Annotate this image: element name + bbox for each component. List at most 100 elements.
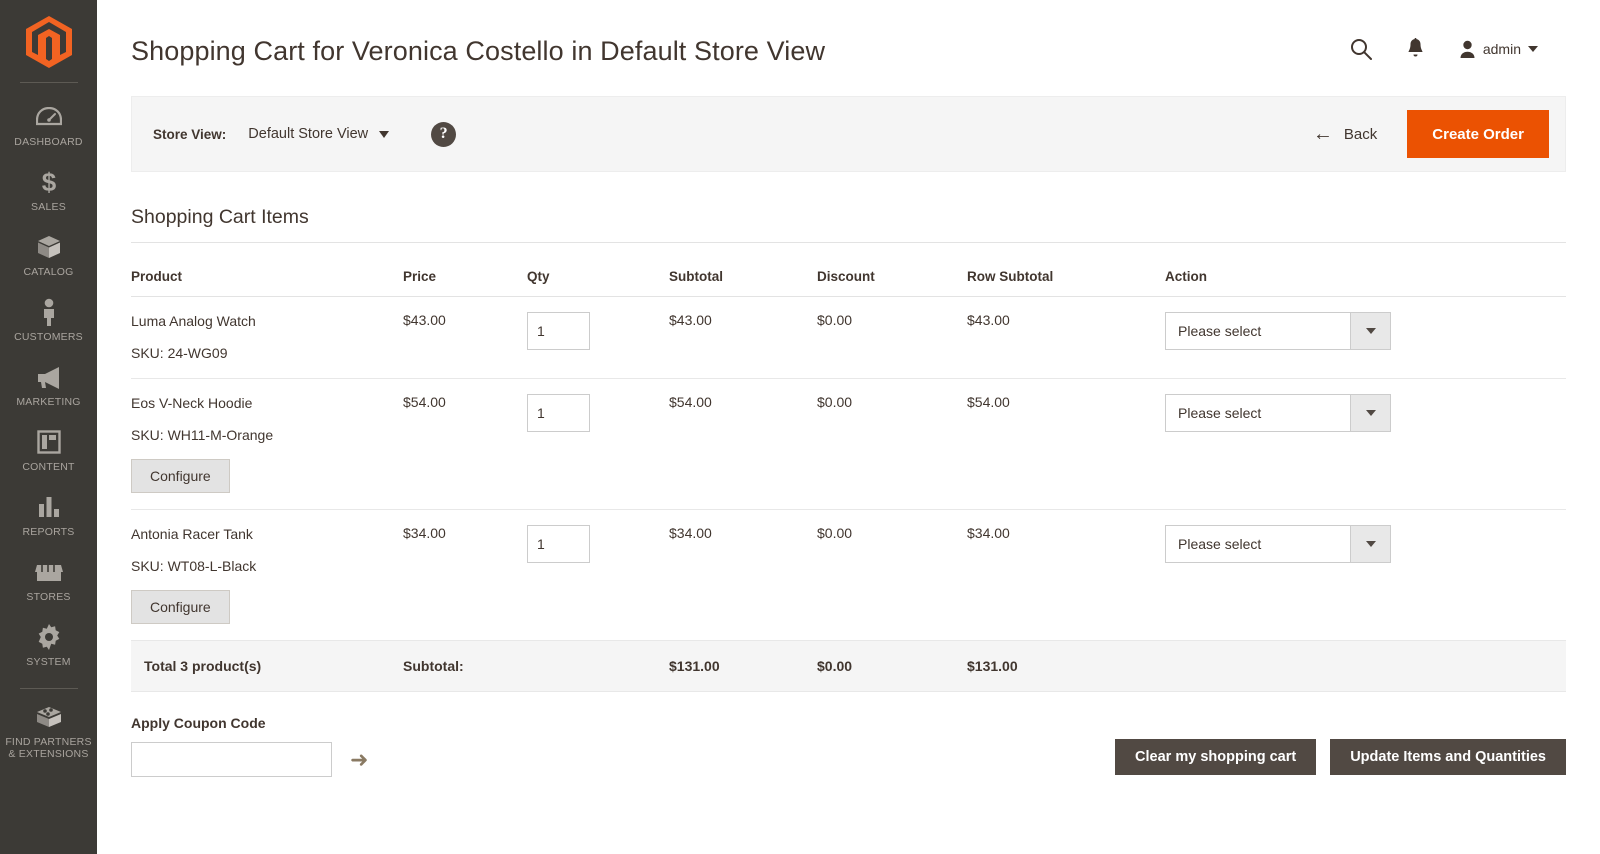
product-sku: SKU: 24-WG09: [131, 345, 228, 361]
store-view-group: Store View: Default Store View ?: [153, 121, 457, 147]
product-name: Luma Analog Watch: [131, 313, 256, 329]
cell-qty: [527, 509, 669, 641]
table-row: Eos V-Neck Hoodie SKU: WH11-M-Orange Con…: [131, 378, 1566, 510]
action-select[interactable]: Please select: [1165, 312, 1391, 350]
action-select[interactable]: Please select: [1165, 525, 1391, 563]
sidebar-item-label: SALES: [31, 201, 66, 213]
coupon-label: Apply Coupon Code: [131, 715, 266, 731]
megaphone-icon: [35, 362, 63, 392]
chevron-down-icon: [1350, 312, 1391, 350]
extensions-icon: [35, 702, 63, 732]
action-select-value: Please select: [1165, 525, 1350, 563]
bell-icon[interactable]: [1406, 38, 1425, 60]
product-name: Eos V-Neck Hoodie: [131, 395, 253, 411]
cell-price: $43.00: [403, 296, 527, 379]
bar-chart-icon: [37, 492, 61, 522]
action-select[interactable]: Please select: [1165, 394, 1391, 432]
cell-qty: [527, 296, 669, 379]
cell-discount: $0.00: [817, 296, 967, 379]
sidebar-divider-top: [19, 82, 78, 83]
sidebar-item-dashboard[interactable]: DASHBOARD: [0, 93, 97, 158]
cell-action: Please select: [1165, 378, 1566, 510]
coupon-row: ➜: [131, 742, 368, 777]
cell-action: Please select: [1165, 509, 1566, 641]
cell-row-subtotal: $43.00: [967, 296, 1165, 379]
admin-user-menu[interactable]: admin: [1459, 40, 1538, 58]
store-view-toolbar: Store View: Default Store View ? ← Back …: [131, 96, 1566, 172]
arrow-left-icon: ←: [1312, 123, 1333, 145]
update-items-button[interactable]: Update Items and Quantities: [1330, 739, 1566, 775]
totals-row: Total 3 product(s) Subtotal: $131.00 $0.…: [131, 640, 1566, 692]
shopping-cart-section: Shopping Cart Items Product Price Qty Su…: [131, 172, 1566, 692]
dollar-icon: $: [40, 167, 58, 197]
totals-label: Subtotal:: [403, 640, 527, 692]
section-title: Shopping Cart Items: [131, 172, 1566, 243]
product-sku: SKU: WT08-L-Black: [131, 558, 257, 574]
cell-subtotal: $54.00: [669, 378, 817, 510]
sidebar-item-customers[interactable]: CUSTOMERS: [0, 288, 97, 353]
configure-button[interactable]: Configure: [131, 590, 230, 624]
sidebar-item-label: CUSTOMERS: [14, 331, 83, 343]
store-view-select[interactable]: Default Store View: [248, 126, 390, 142]
sidebar-item-content[interactable]: CONTENT: [0, 418, 97, 483]
sidebar-item-label: SYSTEM: [26, 656, 71, 668]
product-sku: SKU: WH11-M-Orange: [131, 427, 274, 443]
sidebar-item-stores[interactable]: STORES: [0, 548, 97, 613]
totals-subtotal: $131.00: [669, 640, 817, 692]
cell-product: Eos V-Neck Hoodie SKU: WH11-M-Orange Con…: [131, 378, 403, 510]
table-header-row: Product Price Qty Subtotal Discount Row …: [131, 243, 1566, 297]
back-button[interactable]: ← Back: [1313, 124, 1377, 144]
sidebar-item-reports[interactable]: REPORTS: [0, 483, 97, 548]
cell-row-subtotal: $54.00: [967, 378, 1165, 510]
clear-cart-button[interactable]: Clear my shopping cart: [1115, 739, 1317, 775]
cart-items-table: Product Price Qty Subtotal Discount Row …: [131, 243, 1566, 692]
store-view-value: Default Store View: [248, 126, 369, 142]
page-header: Shopping Cart for Veronica Costello in D…: [97, 0, 1600, 68]
qty-input[interactable]: [527, 394, 590, 432]
cart-footer: Apply Coupon Code ➜ Clear my shopping ca…: [131, 715, 1566, 777]
table-row: Antonia Racer Tank SKU: WT08-L-Black Con…: [131, 509, 1566, 641]
storefront-icon: [34, 557, 63, 587]
cell-price: $34.00: [403, 509, 527, 641]
layout-icon: [36, 427, 61, 457]
cell-discount: $0.00: [817, 509, 967, 641]
configure-button[interactable]: Configure: [131, 459, 230, 493]
chevron-down-icon: [379, 130, 390, 138]
magento-logo-icon: [25, 16, 72, 68]
column-header-qty: Qty: [527, 243, 669, 297]
totals-count: Total 3 product(s): [131, 640, 403, 692]
create-order-button[interactable]: Create Order: [1407, 110, 1549, 158]
cell-action: Please select: [1165, 296, 1566, 379]
help-icon[interactable]: ?: [431, 121, 457, 147]
action-select-value: Please select: [1165, 394, 1350, 432]
cell-product: Antonia Racer Tank SKU: WT08-L-Black Con…: [131, 509, 403, 641]
qty-input[interactable]: [527, 312, 590, 350]
search-icon[interactable]: [1350, 38, 1372, 60]
chevron-down-icon: [1528, 46, 1538, 52]
arrow-right-icon[interactable]: ➜: [350, 748, 368, 771]
sidebar-item-label: STORES: [26, 591, 71, 603]
sidebar-item-system[interactable]: SYSTEM: [0, 613, 97, 678]
column-header-action: Action: [1165, 243, 1566, 297]
sidebar-item-label: CONTENT: [22, 461, 75, 473]
sidebar-item-catalog[interactable]: CATALOG: [0, 223, 97, 288]
sidebar-item-sales[interactable]: $ SALES: [0, 158, 97, 223]
sidebar-divider-bottom: [19, 688, 78, 689]
back-button-label: Back: [1343, 125, 1378, 143]
sidebar-item-label: FIND PARTNERS & EXTENSIONS: [5, 736, 92, 760]
coupon-input[interactable]: [131, 742, 332, 777]
chevron-down-icon: [1350, 525, 1391, 563]
sidebar-item-label: REPORTS: [22, 526, 75, 538]
column-header-subtotal: Subtotal: [669, 243, 817, 297]
box-icon: [36, 232, 62, 262]
magento-logo[interactable]: [0, 8, 97, 82]
avatar: [1459, 40, 1476, 58]
sidebar-item-label: CATALOG: [23, 266, 74, 278]
sidebar-item-find-partners[interactable]: FIND PARTNERS & EXTENSIONS: [0, 693, 97, 770]
cell-subtotal: $34.00: [669, 509, 817, 641]
header-tools: admin: [1350, 24, 1538, 60]
sidebar-item-label: MARKETING: [16, 396, 81, 408]
page-title: Shopping Cart for Veronica Costello in D…: [131, 36, 826, 66]
qty-input[interactable]: [527, 525, 590, 563]
sidebar-item-marketing[interactable]: MARKETING: [0, 353, 97, 418]
